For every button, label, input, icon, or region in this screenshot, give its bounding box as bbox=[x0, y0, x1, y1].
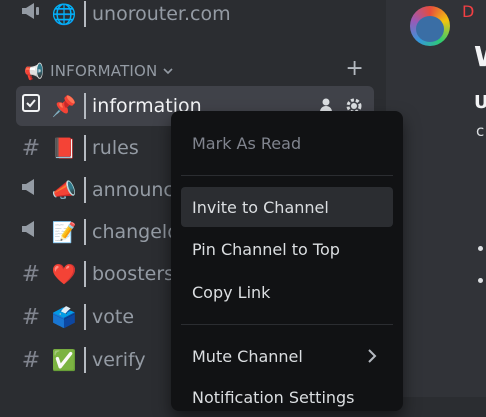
announcement-icon bbox=[16, 1, 46, 27]
heading-initial: U bbox=[474, 92, 486, 113]
channel-context-menu: Mark As Read Invite to Channel Pin Chann… bbox=[171, 111, 403, 411]
divider bbox=[84, 347, 86, 373]
bullet-dot bbox=[478, 278, 483, 283]
bullet-dot bbox=[478, 246, 483, 251]
menu-separator bbox=[181, 324, 393, 325]
divider bbox=[84, 304, 86, 330]
hash-icon: # bbox=[21, 304, 41, 330]
menu-item-copy-link[interactable]: Copy Link bbox=[181, 272, 393, 312]
channel-name: vote bbox=[92, 306, 135, 328]
rules-channel-icon bbox=[16, 93, 46, 119]
channel-name: unorouter.com bbox=[92, 3, 231, 25]
memo-emoji: 📝 bbox=[51, 220, 77, 244]
hash-icon: # bbox=[21, 261, 41, 287]
channel-unorouter[interactable]: 🌐 unorouter.com bbox=[16, 0, 374, 34]
menu-item-label: Copy Link bbox=[192, 282, 271, 302]
hash-icon: # bbox=[21, 135, 41, 161]
menu-item-label: Notification Settings bbox=[192, 387, 355, 407]
book-emoji: 📕 bbox=[51, 136, 77, 160]
check-emoji: ✅ bbox=[51, 348, 77, 372]
menu-item-mute-channel[interactable]: Mute Channel bbox=[181, 336, 393, 376]
divider bbox=[84, 135, 86, 161]
hash-icon: # bbox=[21, 347, 41, 373]
category-label: INFORMATION bbox=[50, 62, 158, 80]
text-initial: c bbox=[476, 122, 485, 140]
menu-item-mark-as-read[interactable]: Mark As Read bbox=[181, 123, 393, 163]
megaphone-emoji: 📣 bbox=[51, 178, 77, 202]
heart-emoji: ❤️ bbox=[51, 262, 77, 286]
announcement-icon bbox=[16, 177, 46, 203]
menu-item-invite-to-channel[interactable]: Invite to Channel bbox=[181, 187, 393, 227]
divider bbox=[84, 93, 86, 119]
announcement-icon bbox=[16, 219, 46, 245]
username-initial: D bbox=[462, 2, 475, 21]
channel-name: changelo bbox=[92, 221, 179, 243]
menu-item-label: Pin Channel to Top bbox=[192, 239, 340, 259]
chevron-down-icon bbox=[163, 64, 174, 78]
ballot-emoji: 🗳️ bbox=[51, 305, 77, 329]
divider bbox=[84, 219, 86, 245]
channel-name: rules bbox=[92, 137, 139, 159]
menu-item-label: Mute Channel bbox=[192, 346, 303, 366]
menu-item-pin-channel[interactable]: Pin Channel to Top bbox=[181, 229, 393, 269]
category-information[interactable]: 📢 INFORMATION + bbox=[24, 56, 364, 84]
menu-item-label: Invite to Channel bbox=[192, 197, 329, 217]
chevron-right-icon bbox=[367, 348, 377, 368]
channel-name: verify bbox=[92, 349, 146, 371]
pin-emoji: 📌 bbox=[51, 94, 77, 118]
globe-emoji: 🌐 bbox=[51, 2, 77, 26]
menu-separator bbox=[181, 175, 393, 176]
add-channel-button[interactable]: + bbox=[345, 56, 364, 81]
divider bbox=[84, 177, 86, 203]
divider bbox=[84, 1, 86, 27]
avatar[interactable] bbox=[410, 6, 450, 46]
menu-item-notification-settings[interactable]: Notification Settings bbox=[181, 377, 393, 417]
channel-name: announc bbox=[92, 179, 174, 201]
channel-name: boosters bbox=[92, 263, 175, 285]
divider bbox=[84, 261, 86, 287]
megaphone-emoji: 📢 bbox=[24, 61, 45, 81]
menu-item-label: Mark As Read bbox=[192, 133, 302, 153]
welcome-title: W bbox=[474, 40, 486, 73]
